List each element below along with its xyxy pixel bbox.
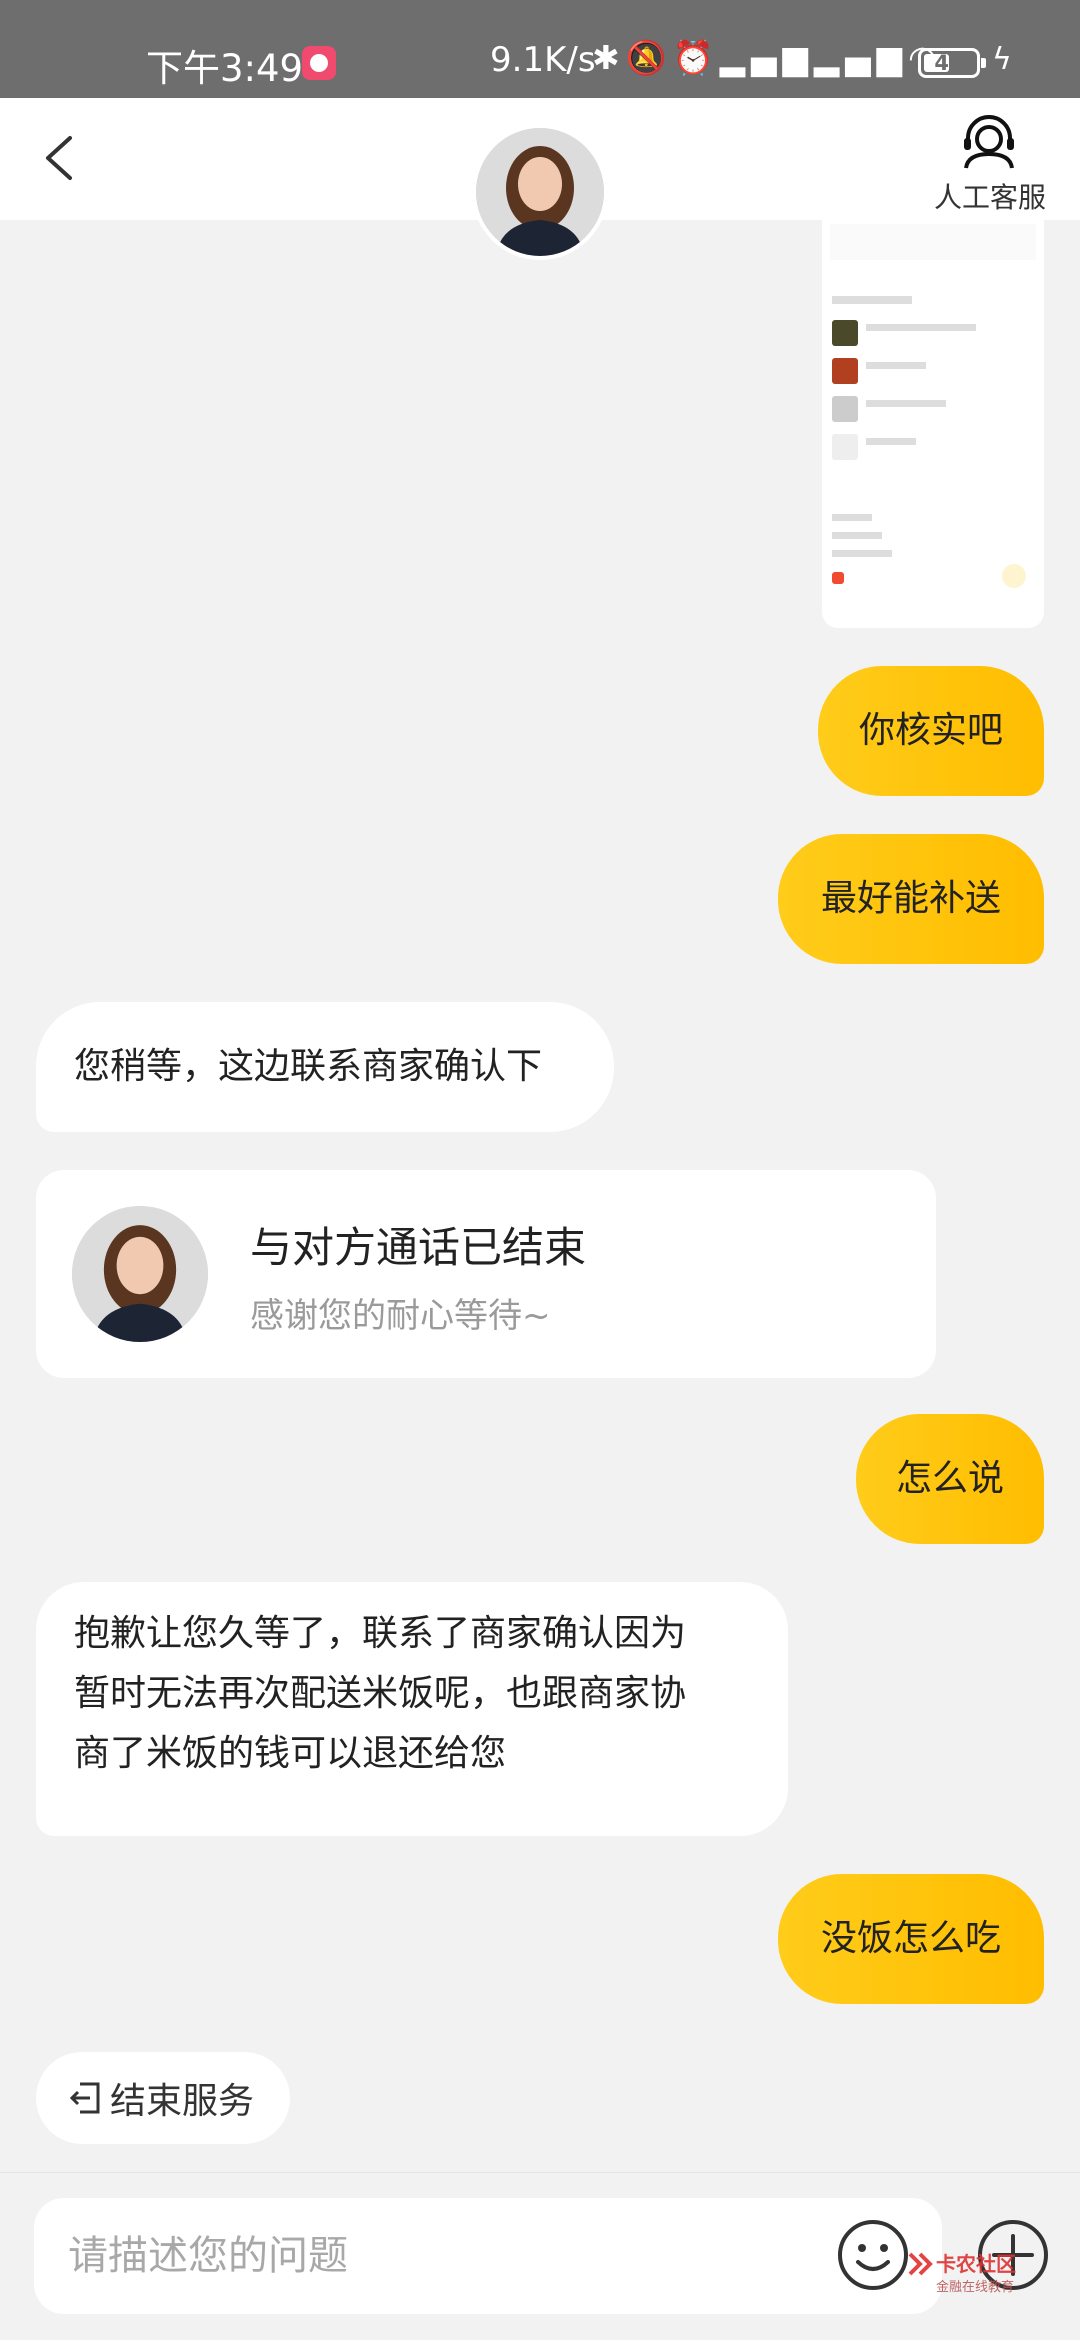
bluetooth-icon: ✱: [592, 38, 626, 77]
screenshot-thumb: [832, 396, 858, 422]
screenshot-line: [866, 438, 916, 445]
battery-icon: 49: [918, 48, 986, 78]
screenshot-line: [832, 572, 844, 584]
screenshot-line: [1002, 564, 1026, 588]
screenshot-line: [832, 514, 872, 521]
call-ended-card: 与对方通话已结束 感谢您的耐心等待~: [36, 1170, 936, 1378]
status-bar: 下午3:49 9.1K/s ✱🔕⏰▂▄▆▂▄▆◠ 49 ϟ: [0, 0, 1080, 98]
app-notification-icon: [302, 46, 336, 80]
watermark-mark-icon: [908, 2252, 933, 2276]
watermark-title: 卡农社区: [936, 2252, 1016, 2276]
screenshot-line: [866, 362, 926, 369]
screenshot-line: [866, 400, 946, 407]
network-speed: 9.1K/s: [490, 40, 596, 80]
message-line: 抱歉让您久等了，联系了商家确认因为: [74, 1613, 687, 1654]
call-ended-subtitle: 感谢您的耐心等待~: [250, 1296, 551, 1336]
exit-icon: [69, 2082, 100, 2114]
message-text: 最好能补送: [820, 878, 1001, 919]
emoji-icon[interactable]: [836, 2218, 910, 2292]
message-text: 没饭怎么吃: [820, 1918, 1001, 1959]
message-incoming: 您稍等，这边联系商家确认下: [36, 1002, 614, 1132]
screenshot-product-strip: [830, 224, 1036, 260]
message-outgoing: 你核实吧: [818, 666, 1044, 796]
agent-avatar: [72, 1206, 208, 1342]
end-service-label: 结束服务: [110, 2081, 255, 2122]
status-icons: ✱🔕⏰▂▄▆▂▄▆◠: [592, 38, 943, 78]
watermark-subtitle: 金融在线教育: [936, 2280, 1015, 2295]
shared-screenshot-image[interactable]: [822, 218, 1044, 628]
screenshot-thumb: [832, 358, 858, 384]
message-input[interactable]: [34, 2198, 942, 2314]
message-incoming: 抱歉让您久等了，联系了商家确认因为 暂时无法再次配送米饭呢，也跟商家协 商了米饭…: [36, 1582, 788, 1836]
screenshot-line: [832, 532, 882, 539]
hd-signal-icon: ▂▄▆: [813, 38, 909, 77]
battery-level: 49: [934, 51, 964, 75]
chevron-left-icon[interactable]: [34, 130, 90, 186]
message-outgoing: 怎么说: [856, 1414, 1044, 1544]
call-ended-title: 与对方通话已结束: [250, 1223, 587, 1272]
screenshot-thumb: [832, 434, 858, 460]
message-text: 您稍等，这边联系商家确认下: [74, 1046, 543, 1087]
screenshot-thumb: [832, 320, 858, 346]
message-line: 暂时无法再次配送米饭呢，也跟商家协: [74, 1673, 687, 1714]
message-text: 你核实吧: [858, 710, 1003, 751]
screenshot-line: [832, 296, 912, 304]
screenshot-line: [832, 550, 892, 557]
message-outgoing: 没饭怎么吃: [778, 1874, 1044, 2004]
alarm-icon: ⏰: [672, 38, 720, 77]
status-time: 下午3:49: [146, 47, 304, 90]
human-service-label[interactable]: 人工客服: [930, 176, 1050, 216]
signal-icon: ▂▄▆: [719, 38, 814, 77]
end-service-button[interactable]: 结束服务: [36, 2052, 290, 2144]
message-line: 商了米饭的钱可以退还给您: [74, 1733, 507, 1774]
message-outgoing: 最好能补送: [778, 834, 1044, 964]
charging-icon: ϟ: [992, 42, 1012, 77]
screenshot-line: [866, 324, 976, 331]
mute-icon: 🔕: [625, 38, 673, 77]
watermark-logo: 卡农社区 金融在线教育: [906, 2246, 1056, 2306]
message-text: 怎么说: [895, 1458, 1004, 1499]
agent-avatar: [472, 124, 608, 260]
headset-icon[interactable]: [958, 110, 1020, 170]
